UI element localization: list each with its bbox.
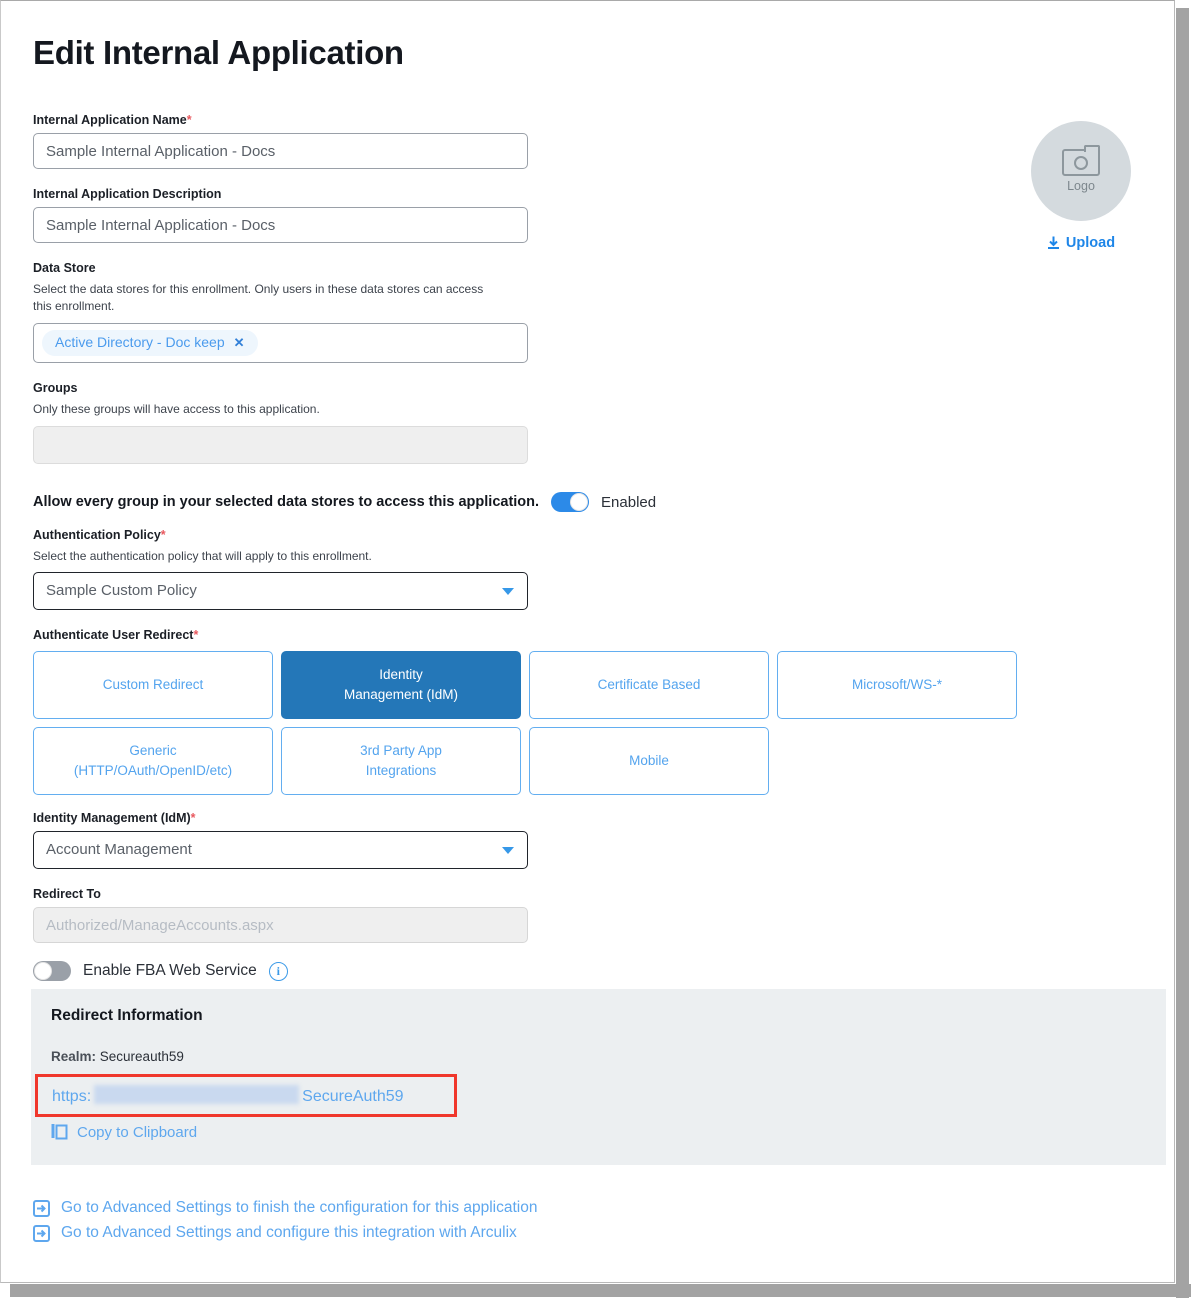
idm-label-text: Identity Management (IdM) [33,811,191,825]
required-asterisk: * [160,528,166,542]
auth-policy-select[interactable]: Sample Custom Policy [33,572,528,610]
form-column: Internal Application Name* Internal Appl… [33,113,1017,981]
required-asterisk: * [190,811,196,825]
redirect-option-label: Custom Redirect [102,677,204,692]
advanced-settings-finish-config-link[interactable]: Go to Advanced Settings to finish the co… [33,1199,538,1217]
required-asterisk: * [186,113,192,127]
redirect-url-prefix: https: [52,1088,92,1105]
redirect-option-label: Mobile [629,753,669,768]
app-name-label-text: Internal Application Name [33,113,187,127]
allow-every-group-row: Allow every group in your selected data … [33,492,733,512]
redirect-option-generic[interactable]: Generic (HTTP/OAuth/OpenID/etc) [33,727,273,795]
data-store-chip-label: Active Directory - Doc keep [55,334,225,350]
realm-label: Realm: [51,1049,97,1064]
data-store-token-input[interactable]: Active Directory - Doc keep ✕ [33,323,528,363]
allow-every-group-toggle[interactable] [551,492,590,512]
realm-value: Secureauth59 [99,1049,184,1064]
redirect-url[interactable]: https: SecureAuth59 [52,1085,404,1106]
idm-label: Identity Management (IdM)* [33,811,528,826]
redirect-option-custom-redirect[interactable]: Custom Redirect [33,651,273,719]
redirect-to-label-text: Redirect To [33,887,101,901]
logo-block: Logo Upload [1031,121,1131,255]
idm-select[interactable]: Account Management [33,831,528,869]
groups-input[interactable] [33,426,528,464]
app-name-label: Internal Application Name* [33,113,528,128]
redirect-option-label: Microsoft/WS-* [851,677,942,692]
enter-arrow-icon [33,1199,50,1217]
redirect-option-3rd-party-app[interactable]: 3rd Party App Integrations [281,727,521,795]
redirect-url-highlight: https: SecureAuth59 [35,1074,457,1117]
redirect-option-certificate-based[interactable]: Certificate Based [529,651,769,719]
application-edit-page: Edit Internal Application Logo Upload In… [0,0,1175,1283]
app-description-label: Internal Application Description [33,187,528,202]
window-shadow-bottom [10,1284,1191,1297]
data-store-help: Select the data stores for this enrollme… [33,282,484,313]
redirect-option-microsoft-ws[interactable]: Microsoft/WS-* [777,651,1017,719]
idm-select-wrap: Account Management [33,831,528,869]
redirect-to-label: Redirect To [33,887,528,902]
auth-policy-label-text: Authentication Policy [33,528,161,542]
data-store-label-text: Data Store [33,261,96,275]
redirect-option-label: 3rd Party App Integrations [360,743,442,778]
data-store-label: Data Store [33,261,528,276]
redirect-information-panel: Redirect Information Realm: Secureauth59… [31,989,1166,1165]
redirect-url-redacted [94,1085,300,1104]
info-icon[interactable]: i [268,961,288,981]
fba-web-service-toggle[interactable] [33,961,71,981]
fba-web-service-label: Enable FBA Web Service [83,962,257,979]
redirect-option-label: Generic (HTTP/OAuth/OpenID/etc) [73,743,233,778]
authenticate-user-redirect-options: Custom Redirect Identity Management (IdM… [33,651,1033,795]
fba-web-service-row: Enable FBA Web Service i [33,961,528,981]
camera-icon [1062,145,1100,176]
advanced-settings-finish-config-label: Go to Advanced Settings to finish the co… [61,1199,538,1216]
realm-line: Realm: Secureauth59 [51,1049,184,1064]
groups-help: Only these groups will have access to th… [33,402,320,416]
upload-logo-label: Upload [1065,235,1116,251]
redirect-option-label: Certificate Based [597,677,701,692]
auth-policy-label: Authentication Policy* [33,528,528,543]
redirect-url-suffix: SecureAuth59 [302,1088,404,1105]
toggle-knob [570,493,589,511]
advanced-settings-links: Go to Advanced Settings to finish the co… [33,1199,538,1249]
app-description-label-text: Internal Application Description [33,187,222,201]
redirect-information-title: Redirect Information [51,1007,203,1024]
upload-logo-button[interactable]: Upload [1047,235,1115,251]
toggle-knob [34,962,52,980]
logo-placeholder-label: Logo [1067,179,1095,193]
copy-to-clipboard-button[interactable]: Copy to Clipboard [51,1123,197,1141]
app-description-input[interactable] [33,207,528,243]
auth-policy-select-wrap: Sample Custom Policy [33,572,528,610]
redirect-option-identity-management[interactable]: Identity Management (IdM) [281,651,521,719]
copy-icon [51,1124,68,1140]
advanced-settings-arculix-link[interactable]: Go to Advanced Settings and configure th… [33,1224,538,1242]
enter-arrow-icon [33,1224,50,1242]
allow-every-group-state: Enabled [601,493,657,511]
camera-lens-icon [1074,155,1088,170]
auth-policy-help: Select the authentication policy that wi… [33,549,372,563]
required-asterisk: * [193,628,199,642]
authenticate-user-redirect-label: Authenticate User Redirect* [33,628,528,643]
logo-placeholder[interactable]: Logo [1031,121,1131,221]
copy-to-clipboard-label: Copy to Clipboard [77,1123,198,1141]
redirect-option-label: Identity Management (IdM) [343,667,459,702]
close-icon[interactable]: ✕ [234,336,245,349]
groups-label: Groups [33,381,528,396]
advanced-settings-arculix-label: Go to Advanced Settings and configure th… [61,1224,517,1241]
authenticate-user-redirect-label-text: Authenticate User Redirect [33,628,194,642]
allow-every-group-label: Allow every group in your selected data … [33,494,540,510]
app-name-input[interactable] [33,133,528,169]
groups-label-text: Groups [33,381,78,395]
download-icon [1047,236,1059,249]
window-shadow-right [1176,8,1189,1298]
redirect-to-input [33,907,528,943]
redirect-option-mobile[interactable]: Mobile [529,727,769,795]
page-title: Edit Internal Application [33,34,404,71]
data-store-chip[interactable]: Active Directory - Doc keep ✕ [42,330,258,356]
